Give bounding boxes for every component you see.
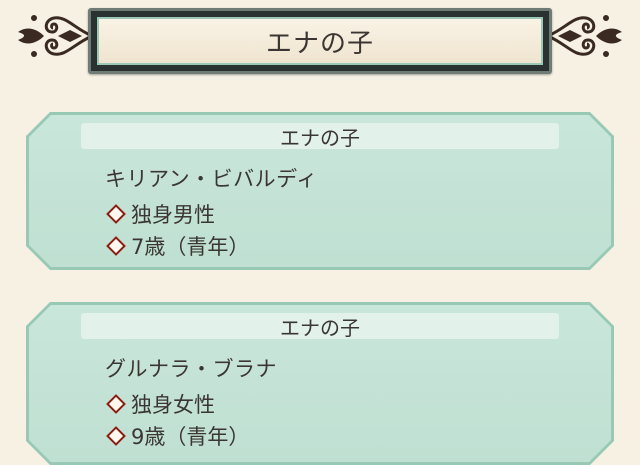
child-status: 独身女性 bbox=[131, 393, 215, 417]
child-status-line: 独身女性 bbox=[105, 389, 215, 419]
page-title: エナの子 bbox=[265, 28, 374, 59]
child-age-line: 9歳（青年） bbox=[105, 421, 249, 451]
child-status: 独身男性 bbox=[131, 203, 215, 227]
child-age: 7歳（青年） bbox=[131, 235, 250, 259]
child-status-line: 独身男性 bbox=[105, 199, 215, 229]
page-title-panel: エナの子 bbox=[97, 17, 543, 65]
child-card-label: エナの子 bbox=[81, 123, 559, 149]
diamond-bullet-icon bbox=[106, 426, 126, 446]
child-card-body: エナの子 キリアン・ビバルディ 独身男性 7歳（青年） bbox=[29, 115, 611, 267]
child-age: 9歳（青年） bbox=[131, 425, 250, 449]
diamond-bullet-icon bbox=[106, 236, 126, 256]
child-card[interactable]: エナの子 キリアン・ビバルディ 独身男性 7歳（青年） bbox=[26, 112, 614, 270]
diamond-bullet-icon bbox=[106, 204, 126, 224]
child-name: グルナラ・ブラナ bbox=[105, 357, 277, 381]
child-card-body: エナの子 グルナラ・ブラナ 独身女性 9歳（青年） bbox=[29, 305, 611, 462]
right-scroll-ornament-icon bbox=[547, 15, 622, 57]
diamond-bullet-icon bbox=[106, 394, 126, 414]
child-name: キリアン・ビバルディ bbox=[105, 167, 318, 191]
page-title-banner: エナの子 bbox=[88, 8, 552, 74]
child-card[interactable]: エナの子 グルナラ・ブラナ 独身女性 9歳（青年） bbox=[26, 302, 614, 465]
child-card-label: エナの子 bbox=[81, 313, 559, 339]
left-scroll-ornament-icon bbox=[18, 15, 93, 57]
child-age-line: 7歳（青年） bbox=[105, 231, 249, 261]
